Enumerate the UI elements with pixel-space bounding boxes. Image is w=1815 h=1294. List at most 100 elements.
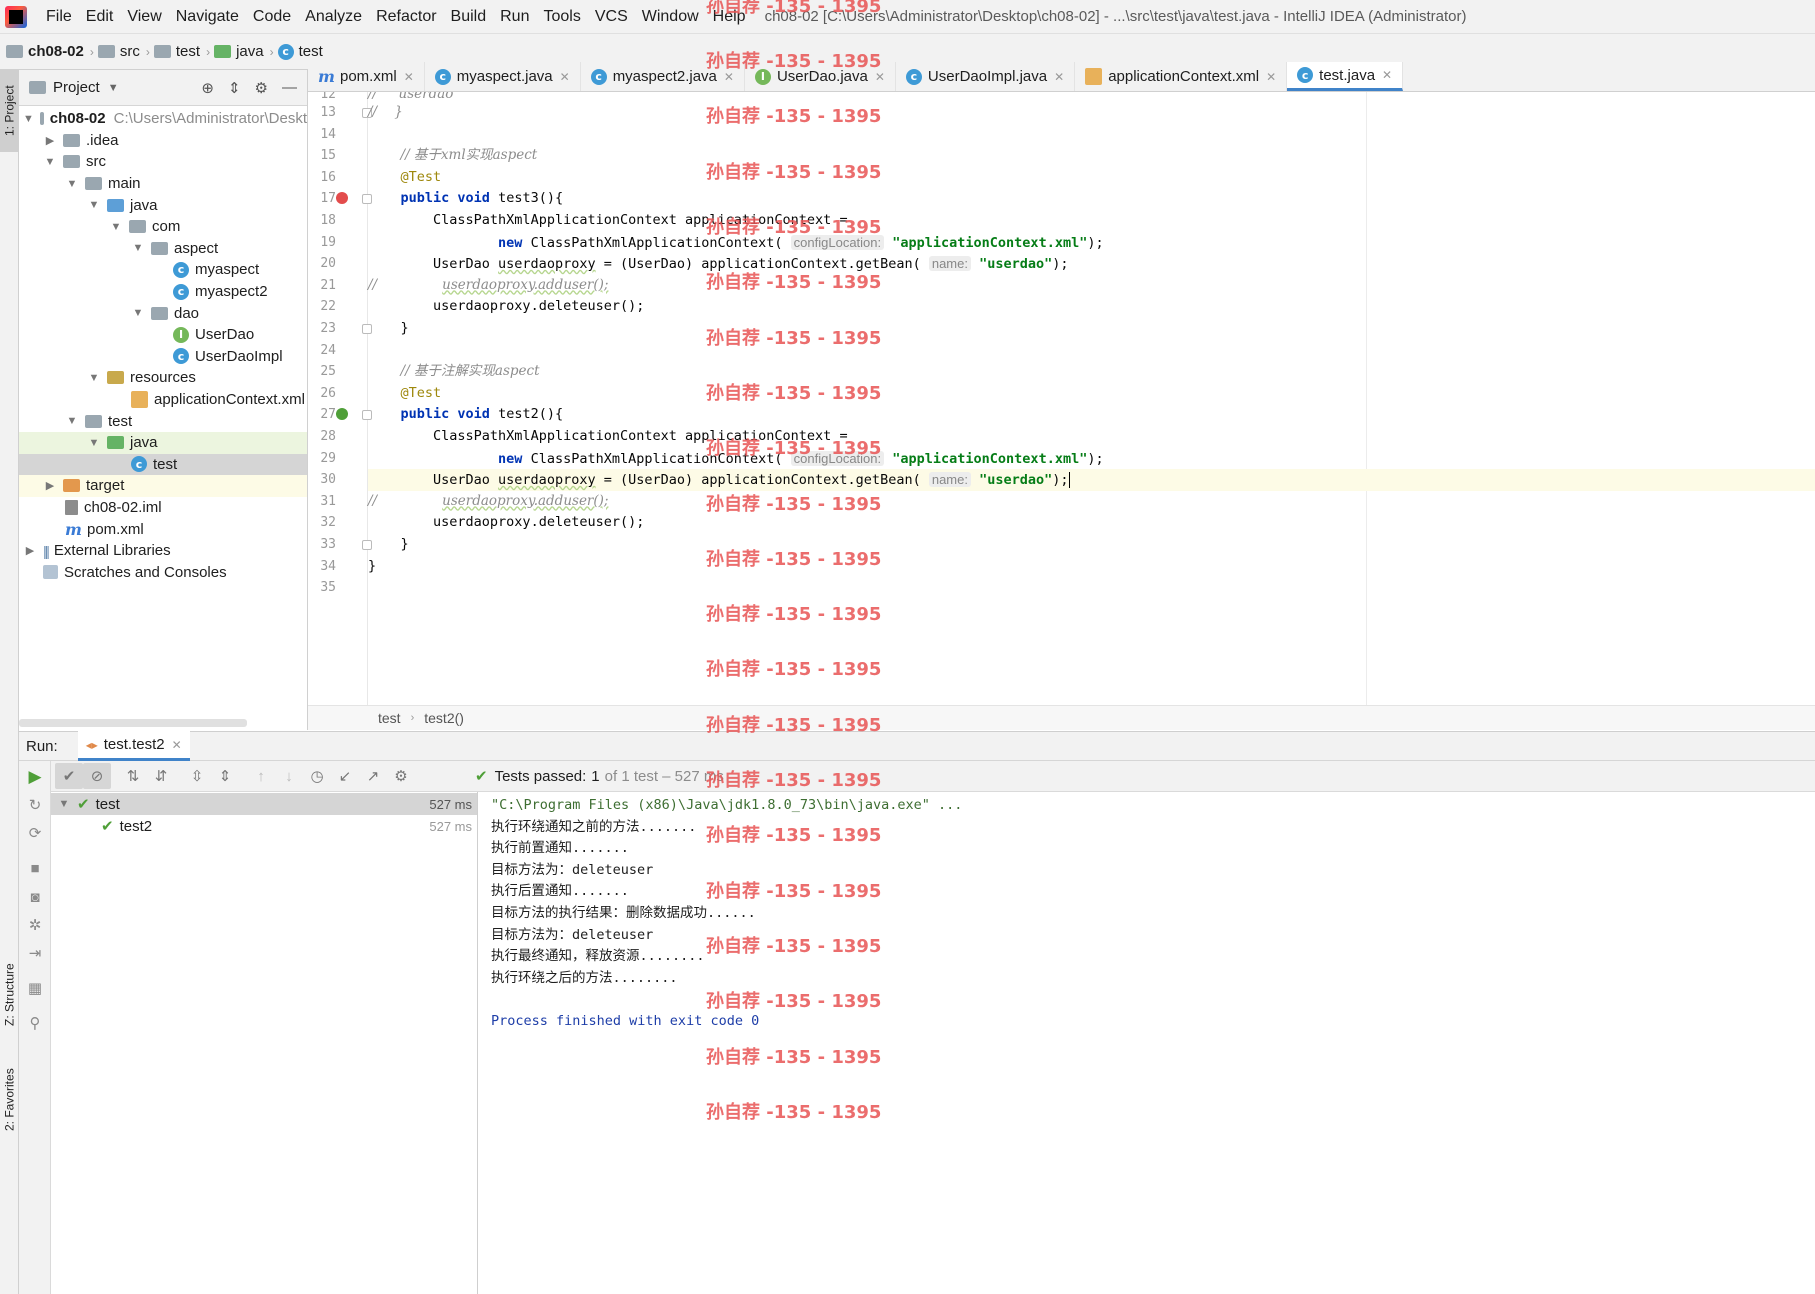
nav-crumb-project[interactable]: ch08-02 › <box>6 43 94 60</box>
chevron-down-icon[interactable]: ▼ <box>131 307 145 319</box>
export-tests-icon[interactable]: ↗ <box>359 763 387 789</box>
tree-item-resources[interactable]: ▼ resources <box>19 367 307 389</box>
tree-item-idea[interactable]: ▶ .idea <box>19 130 307 152</box>
previous-failed-icon[interactable]: ↑ <box>247 763 275 789</box>
tree-item-com[interactable]: ▼ com <box>19 216 307 238</box>
menu-navigate[interactable]: Navigate <box>169 0 246 34</box>
toggle-auto-test-icon[interactable]: ⟳ <box>25 823 45 843</box>
tree-item-myaspect[interactable]: c myaspect <box>19 259 307 281</box>
menu-build[interactable]: Build <box>444 0 494 34</box>
menu-refactor[interactable]: Refactor <box>369 0 443 34</box>
tree-item-userdao[interactable]: I UserDao <box>19 324 307 346</box>
tab-myaspect[interactable]: c myaspect.java ✕ <box>425 62 581 91</box>
tree-item-test-class[interactable]: c test <box>19 453 307 476</box>
tree-item-test[interactable]: ▼ test <box>19 410 307 432</box>
tree-item-test-java[interactable]: ▼ java <box>19 431 307 454</box>
collapse-all-icon[interactable]: ⇕ <box>211 763 239 789</box>
tree-item-applicationcontext[interactable]: applicationContext.xml <box>19 389 307 411</box>
test-history-icon[interactable]: ◷ <box>303 763 331 789</box>
tree-item-scratches[interactable]: Scratches and Consoles <box>19 561 307 583</box>
tab-userdao[interactable]: I UserDao.java ✕ <box>745 62 896 91</box>
tab-applicationcontext[interactable]: applicationContext.xml ✕ <box>1075 62 1288 91</box>
locate-icon[interactable]: ⊕ <box>201 79 214 97</box>
test-result-row[interactable]: ✔ test2 527 ms <box>51 815 477 837</box>
chevron-right-icon[interactable]: ▶ <box>43 479 57 492</box>
close-icon[interactable]: ✕ <box>1382 68 1392 82</box>
breadcrumb-class[interactable]: test <box>378 710 401 726</box>
menu-window[interactable]: Window <box>635 0 706 34</box>
layout-icon[interactable]: ▦ <box>25 978 45 998</box>
close-icon[interactable]: ✕ <box>560 70 570 84</box>
expand-all-icon[interactable]: ⇳ <box>183 763 211 789</box>
menu-analyze[interactable]: Analyze <box>298 0 369 34</box>
tree-item-src[interactable]: ▼ src <box>19 151 307 173</box>
tab-userdaoimpl[interactable]: c UserDaoImpl.java ✕ <box>896 62 1076 91</box>
tree-item-userdaoimpl[interactable]: c UserDaoImpl <box>19 346 307 368</box>
menu-tools[interactable]: Tools <box>536 0 587 34</box>
show-passed-icon[interactable]: ✔ <box>55 763 83 789</box>
chevron-right-icon[interactable]: ▶ <box>23 544 37 557</box>
chevron-right-icon[interactable]: ▶ <box>43 134 57 147</box>
nav-crumb-src[interactable]: src › <box>97 43 150 60</box>
chevron-down-icon[interactable]: ▼ <box>131 242 145 254</box>
favorites-tool-tab[interactable]: 2: Favorites <box>0 1055 19 1145</box>
close-icon[interactable]: ✕ <box>404 70 414 84</box>
minimize-icon[interactable]: — <box>282 79 297 97</box>
gear-icon[interactable]: ⚙ <box>255 79 268 97</box>
project-horizontal-scrollbar[interactable] <box>19 719 247 727</box>
rerun-failed-icon[interactable]: ↻ <box>25 795 45 815</box>
tab-myaspect2[interactable]: c myaspect2.java ✕ <box>581 62 745 91</box>
chevron-down-icon[interactable]: ▼ <box>87 372 101 384</box>
chevron-down-icon[interactable]: ▼ <box>87 437 101 449</box>
code-area[interactable]: // userdao // } // 基于xml实现aspect @Test p… <box>368 92 1815 705</box>
run-tab-test-test2[interactable]: ◂▸ test.test2 ✕ <box>77 731 190 761</box>
structure-tool-tab[interactable]: Z: Structure <box>0 950 19 1040</box>
stop-icon[interactable]: ■ <box>25 858 45 878</box>
close-icon[interactable]: ✕ <box>875 70 885 84</box>
nav-crumb-test[interactable]: test › <box>153 43 210 60</box>
dropdown-arrow-icon[interactable]: ▼ <box>108 82 119 94</box>
tab-pom-xml[interactable]: m pom.xml ✕ <box>308 62 425 91</box>
tree-item-aspect[interactable]: ▼ aspect <box>19 238 307 260</box>
close-icon[interactable]: ✕ <box>172 738 182 752</box>
tree-item-iml[interactable]: ch08-02.iml <box>19 497 307 519</box>
tree-item-main[interactable]: ▼ main <box>19 173 307 195</box>
chevron-down-icon[interactable]: ▼ <box>43 156 57 168</box>
chevron-down-icon[interactable]: ▼ <box>23 113 34 125</box>
menu-file[interactable]: File <box>39 0 79 34</box>
project-tool-tab[interactable]: 1: Project <box>0 70 19 152</box>
chevron-down-icon[interactable]: ▼ <box>65 178 79 190</box>
menu-view[interactable]: View <box>120 0 168 34</box>
export-icon[interactable]: ⇥ <box>25 943 45 963</box>
show-ignored-icon[interactable]: ⊘ <box>83 763 111 789</box>
nav-crumb-test-class[interactable]: c test <box>277 43 323 60</box>
gear-icon[interactable]: ⚙ <box>387 763 415 789</box>
close-icon[interactable]: ✕ <box>1266 70 1276 84</box>
breadcrumb-method[interactable]: test2() <box>424 710 464 726</box>
tree-item-main-java[interactable]: ▼ java <box>19 194 307 216</box>
run-test-passed-icon[interactable] <box>336 408 348 420</box>
tree-item-pom[interactable]: m pom.xml <box>19 518 307 540</box>
chevron-down-icon[interactable]: ▼ <box>109 221 123 233</box>
tree-item-myaspect2[interactable]: c myaspect2 <box>19 281 307 303</box>
menu-edit[interactable]: Edit <box>79 0 121 34</box>
collapse-all-icon[interactable]: ⇕ <box>228 79 241 97</box>
project-panel-title[interactable]: Project <box>53 79 100 96</box>
menu-vcs[interactable]: VCS <box>588 0 635 34</box>
run-test-failed-icon[interactable] <box>336 192 348 204</box>
sort-alpha-icon[interactable]: ⇅ <box>119 763 147 789</box>
close-icon[interactable]: ✕ <box>724 70 734 84</box>
menu-help[interactable]: Help <box>706 0 753 34</box>
close-icon[interactable]: ✕ <box>1054 70 1064 84</box>
camera-icon[interactable]: ◙ <box>25 887 45 907</box>
tree-item-dao[interactable]: ▼ dao <box>19 302 307 324</box>
settings-icon[interactable]: ✲ <box>25 915 45 935</box>
code-editor[interactable]: 12 13 14 15 16 17 18 19 20 21 22 23 24 2… <box>308 92 1815 705</box>
menu-code[interactable]: Code <box>246 0 298 34</box>
sort-duration-icon[interactable]: ⇵ <box>147 763 175 789</box>
console-output[interactable]: "C:\Program Files (x86)\Java\jdk1.8.0_73… <box>479 792 1815 1294</box>
import-tests-icon[interactable]: ↙ <box>331 763 359 789</box>
menu-run[interactable]: Run <box>493 0 536 34</box>
chevron-down-icon[interactable]: ▼ <box>87 199 101 211</box>
nav-crumb-java[interactable]: java › <box>214 43 274 60</box>
